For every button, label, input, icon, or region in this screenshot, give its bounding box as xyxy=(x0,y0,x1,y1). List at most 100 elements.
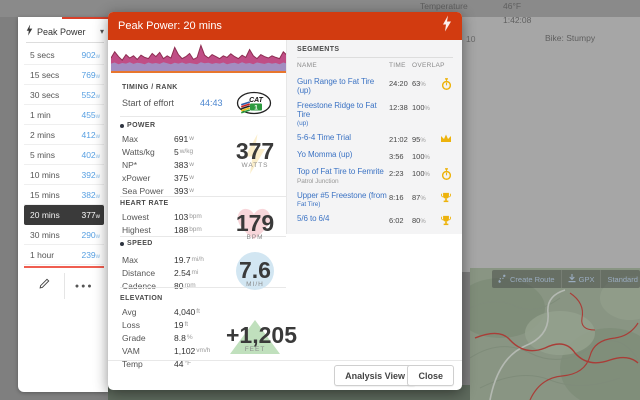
segments-list: Gun Range to Fat Tire (up) 24:20 63% Fre… xyxy=(297,74,459,229)
segment-link[interactable]: Yo Momma (up) xyxy=(297,151,389,160)
stat-row: VAM 1,102 vm/h xyxy=(122,344,230,357)
ellipsis-icon: ●●● xyxy=(75,283,94,290)
peak-power-row-30-secs[interactable]: 30 secs 552w xyxy=(24,85,104,105)
peak-power-row-15-mins[interactable]: 15 mins 382w xyxy=(24,185,104,205)
segment-row: Freestone Ridge to Fat Tire(up) 12:38 10… xyxy=(297,98,459,130)
speed-big-stat: 7.6 MI/H xyxy=(226,259,284,288)
stat-label: Avg xyxy=(122,307,174,317)
stat-label: Highest xyxy=(122,225,174,235)
peak-power-row-5-mins[interactable]: 5 mins 402w xyxy=(24,145,104,165)
bike-label: Bike: Stumpy xyxy=(545,33,595,43)
stat-value: 19.7 xyxy=(174,255,191,265)
segment-time: 8:16 xyxy=(389,192,412,202)
stat-row: NP* 383 w xyxy=(122,158,230,171)
segment-row: 5/6 to 6/4 6:02 80% xyxy=(297,211,459,229)
segment-time: 24:20 xyxy=(389,78,412,88)
interval-value: 392w xyxy=(81,170,100,180)
stat-row: xPower 375 w xyxy=(122,171,230,184)
heart-rate-big-stat: 179 BPM xyxy=(226,212,284,241)
dim-overlay xyxy=(470,268,640,400)
stat-unit: % xyxy=(187,334,193,341)
segment-link[interactable]: Upper #5 Freestone (fromFat Tire) xyxy=(297,192,389,209)
close-button[interactable]: Close xyxy=(407,365,454,386)
interval-label: 15 mins xyxy=(30,190,60,200)
stat-unit: w xyxy=(189,135,194,142)
peak-power-dropdown[interactable]: Peak Power ▾ xyxy=(26,21,104,43)
elapsed-time: 1:42:08 xyxy=(503,15,531,25)
dialog-header: Peak Power: 20 mins xyxy=(108,12,462,40)
peak-power-row-2-mins[interactable]: 2 mins 412w xyxy=(24,125,104,145)
interval-value: 412w xyxy=(81,130,100,140)
bolt-icon xyxy=(26,23,33,41)
stat-label: NP* xyxy=(122,160,174,170)
peak-power-row-1-min[interactable]: 1 min 455w xyxy=(24,105,104,125)
big-unit: FEET xyxy=(226,346,284,353)
peak-power-row-10-mins[interactable]: 10 mins 392w xyxy=(24,165,104,185)
stat-row: Max 19.7 mi/h xyxy=(122,253,230,266)
analysis-view-button[interactable]: Analysis View xyxy=(334,365,416,386)
elevation-big-stat: +1,205 FEET xyxy=(226,324,284,353)
effort-chart xyxy=(111,40,287,75)
segment-link[interactable]: Freestone Ridge to Fat Tire(up) xyxy=(297,102,389,127)
crown-icon xyxy=(439,134,453,143)
segment-overlap: 63% xyxy=(412,78,439,88)
start-value[interactable]: 44:43 xyxy=(200,98,223,108)
temperature-value: 46°F xyxy=(503,1,521,11)
segment-time: 3:56 xyxy=(389,151,412,161)
stat-row: Highest 188 bpm xyxy=(122,223,230,236)
interval-label: 30 secs xyxy=(30,90,59,100)
peak-power-row-1-hour[interactable]: 1 hour 239w xyxy=(24,245,104,265)
power-section-heading: POWER xyxy=(120,122,155,129)
temperature-label: Temperature xyxy=(420,1,468,11)
stat-row: Temp 44 °F xyxy=(122,357,230,370)
big-value: 7.6 xyxy=(226,259,284,281)
col-name: NAME xyxy=(297,62,389,69)
segment-link[interactable]: 5/6 to 6/4 xyxy=(297,215,389,224)
peak-power-list: 5 secs 902w15 secs 769w30 secs 552w1 min… xyxy=(24,45,104,265)
interval-value: 552w xyxy=(81,90,100,100)
peak-power-row-5-secs[interactable]: 5 secs 902w xyxy=(24,45,104,65)
segment-overlap: 87% xyxy=(412,192,439,202)
interval-label: 5 mins xyxy=(30,150,55,160)
svg-text:CAT: CAT xyxy=(249,97,264,104)
stat-label: xPower xyxy=(122,173,174,183)
stat-unit: °F xyxy=(184,360,191,367)
segment-link[interactable]: Top of Fat Tire to FemritePatrol Junctio… xyxy=(297,168,389,185)
big-unit: MI/H xyxy=(226,281,284,288)
segment-time: 2:23 xyxy=(389,168,412,178)
heart-rate-table: Lowest 103 bpmHighest 188 bpm xyxy=(122,210,230,236)
stat-row: Distance 2.54 mi xyxy=(122,266,230,279)
stat-row: Lowest 103 bpm xyxy=(122,210,230,223)
segment-link[interactable]: Gun Range to Fat Tire (up) xyxy=(297,78,389,95)
peak-power-row-30-mins[interactable]: 30 mins 290w xyxy=(24,225,104,245)
heading-text: HEART RATE xyxy=(120,200,169,207)
section-dot xyxy=(120,124,124,128)
accent-line xyxy=(62,17,108,19)
stat-row: Watts/kg 5 w/kg xyxy=(122,145,230,158)
more-options-button[interactable]: ●●● xyxy=(64,273,105,299)
stat-unit: mi/h xyxy=(192,256,204,263)
elevation-section-heading: ELEVATION xyxy=(120,295,163,302)
segment-overlap: 100% xyxy=(412,168,439,178)
divider xyxy=(120,196,286,197)
stat-value: 393 xyxy=(174,186,188,196)
edit-button[interactable] xyxy=(24,273,64,299)
segment-overlap: 100% xyxy=(412,102,439,112)
peak-power-row-20-mins[interactable]: 20 mins 377w xyxy=(24,205,104,225)
interval-value: 769w xyxy=(81,70,100,80)
stat-unit: w xyxy=(189,187,194,194)
segment-link[interactable]: 5-6-4 Time Trial xyxy=(297,134,389,143)
interval-value: 402w xyxy=(81,150,100,160)
chevron-down-icon: ▾ xyxy=(100,27,104,36)
stat-value: 19 xyxy=(174,320,183,330)
segment-row: 5-6-4 Time Trial 21:02 95% xyxy=(297,130,459,147)
heart-rate-section-heading: HEART RATE xyxy=(120,200,169,207)
sidebar-toolbar: ●●● xyxy=(24,273,104,299)
interval-value: 290w xyxy=(81,230,100,240)
peak-power-row-15-secs[interactable]: 15 secs 769w xyxy=(24,65,104,85)
col-time: TIME xyxy=(389,62,412,69)
interval-value: 455w xyxy=(81,110,100,120)
interval-label: 20 mins xyxy=(30,210,60,220)
peak-power-sidebar: Peak Power ▾ 5 secs 902w15 secs 769w30 s… xyxy=(18,17,108,392)
pencil-icon xyxy=(38,277,50,295)
